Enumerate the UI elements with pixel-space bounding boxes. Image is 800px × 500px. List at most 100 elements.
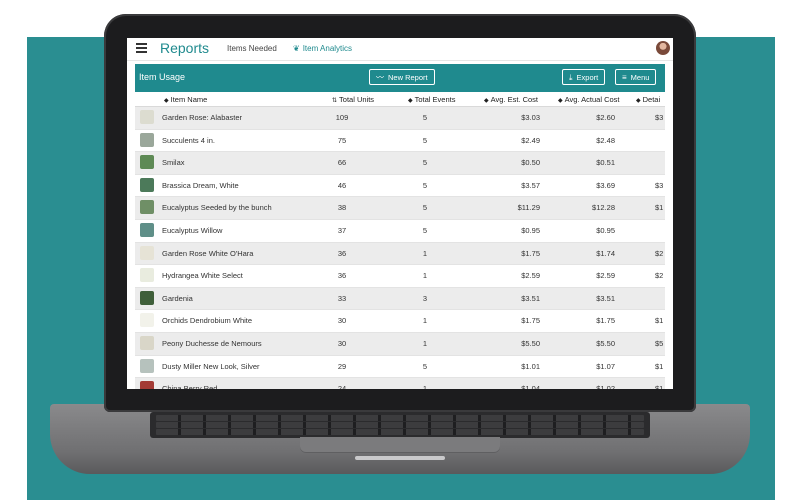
- avg-actual-cost: $2.59: [596, 271, 615, 281]
- item-thumbnail: [140, 110, 154, 124]
- table-row[interactable]: Dusty Miller New Look, Silver 29 5 $1.01 $1.…: [135, 355, 665, 379]
- details-value: $3: [655, 180, 664, 190]
- report-toolbar: Item Usage 〰 New Report ⤓ Export ≡ Menu: [135, 64, 665, 92]
- total-events: 3: [422, 293, 428, 303]
- app-header: Reports Items Needed ❦ Item Analytics: [127, 38, 673, 61]
- table-header: ◆ Item Name ⇅ Total Units ◆ Total Events ◆ A…: [135, 92, 665, 107]
- sort-icon: ◆: [484, 98, 489, 104]
- avg-actual-cost: $1.02: [596, 384, 615, 389]
- avg-est-cost: $0.50: [521, 158, 540, 168]
- item-thumbnail: [140, 381, 154, 389]
- laptop-lip: [355, 456, 445, 460]
- table-row[interactable]: Succulents 4 in. 75 5 $2.49 $2.48: [135, 129, 665, 153]
- details-value: $1: [655, 361, 664, 371]
- new-report-button[interactable]: 〰 New Report: [369, 69, 435, 85]
- details-value: $3: [655, 113, 664, 122]
- total-events: 1: [422, 316, 428, 326]
- total-units: 36: [337, 248, 347, 258]
- total-units: 33: [337, 293, 347, 303]
- item-name: Dusty Miller New Look, Silver: [162, 361, 260, 371]
- column-header-details[interactable]: ◆ Detai: [636, 95, 660, 104]
- avg-actual-cost: $2.60: [596, 113, 615, 122]
- leaf-icon: ❦: [293, 44, 300, 53]
- sort-desc-icon: ⇅: [332, 98, 338, 104]
- avg-est-cost: $3.57: [521, 180, 540, 190]
- hamburger-menu-icon[interactable]: [136, 43, 147, 53]
- item-thumbnail: [140, 245, 154, 260]
- sort-icon: ◆: [408, 98, 413, 104]
- details-value: $2: [655, 248, 664, 258]
- table-row[interactable]: Brassica Dream, White 46 5 $3.57 $3.69 $3: [135, 174, 665, 198]
- item-thumbnail: [140, 132, 154, 147]
- total-events: 1: [422, 271, 428, 281]
- item-name: Eucalyptus Seeded by the bunch: [162, 203, 272, 213]
- total-units: 30: [337, 338, 347, 348]
- avg-est-cost: $5.50: [521, 338, 540, 348]
- total-events: 5: [422, 113, 428, 122]
- export-button[interactable]: ⤓ Export: [562, 69, 606, 85]
- avg-est-cost: $1.75: [521, 316, 540, 326]
- details-value: $2: [655, 271, 664, 281]
- details-value: $1: [655, 384, 664, 389]
- app-screen: Reports Items Needed ❦ Item Analytics Ite…: [127, 38, 673, 389]
- details-value: $1: [655, 203, 664, 213]
- avg-est-cost: $1.04: [521, 384, 540, 389]
- table-row[interactable]: Orchids Dendrobium White 30 1 $1.75 $1.75 $1: [135, 310, 665, 333]
- avg-actual-cost: $5.50: [596, 338, 615, 348]
- total-events: 5: [422, 361, 428, 371]
- table-row[interactable]: Smilax 66 5 $0.50 $0.51: [135, 152, 665, 175]
- menu-button[interactable]: ≡ Menu: [615, 69, 657, 85]
- item-name: Orchids Dendrobium White: [162, 316, 253, 326]
- item-thumbnail: [140, 222, 154, 237]
- column-header-item-name[interactable]: ◆ Item Name: [164, 95, 207, 104]
- sort-icon: ◆: [558, 98, 563, 104]
- user-avatar[interactable]: [656, 41, 670, 55]
- total-units: 38: [337, 203, 347, 213]
- table-row[interactable]: Hydrangea White Select 36 1 $2.59 $2.59 $2: [135, 265, 665, 288]
- total-events: 1: [422, 248, 428, 258]
- table-row[interactable]: Garden Rose White O'Hara 36 1 $1.75 $1.74 $2: [135, 242, 665, 266]
- item-name: Brassica Dream, White: [162, 180, 239, 190]
- table-row[interactable]: Garden Rose: Alabaster 109 5 $3.03 $2.60 $3: [135, 107, 665, 130]
- total-units: 66: [337, 158, 347, 168]
- table-row[interactable]: Eucalyptus Seeded by the bunch 38 5 $11.29 $…: [135, 197, 665, 220]
- avg-est-cost: $3.03: [521, 113, 540, 122]
- item-thumbnail: [140, 290, 154, 305]
- total-units: 109: [335, 113, 349, 122]
- avg-actual-cost: $3.51: [596, 293, 615, 303]
- total-units: 46: [337, 180, 347, 190]
- column-header-avg-actual-cost[interactable]: ◆ Avg. Actual Cost: [558, 95, 620, 104]
- report-title: Item Usage: [139, 72, 186, 82]
- item-thumbnail: [140, 335, 154, 350]
- total-events: 1: [422, 338, 428, 348]
- avg-actual-cost: $1.07: [596, 361, 615, 371]
- avg-actual-cost: $3.69: [596, 180, 615, 190]
- tab-item-analytics[interactable]: ❦ Item Analytics: [293, 44, 352, 53]
- details-value: $1: [655, 316, 664, 326]
- table-body: Garden Rose: Alabaster 109 5 $3.03 $2.60 $3 Su…: [135, 107, 665, 389]
- column-header-total-events[interactable]: ◆ Total Events: [408, 95, 455, 104]
- total-events: 1: [422, 384, 428, 389]
- total-units: 24: [337, 384, 347, 389]
- details-value: $5: [655, 338, 664, 348]
- column-header-total-units[interactable]: ⇅ Total Units: [332, 95, 374, 104]
- column-header-avg-est-cost[interactable]: ◆ Avg. Est. Cost: [484, 95, 538, 104]
- sort-icon: ◆: [636, 98, 641, 104]
- avg-actual-cost: $0.51: [596, 158, 615, 168]
- item-name: China Berry Red: [162, 384, 218, 389]
- table-row[interactable]: Peony Duchesse de Nemours 30 1 $5.50 $5.50 $5: [135, 332, 665, 356]
- total-events: 5: [422, 203, 428, 213]
- table-row[interactable]: Gardenia 33 3 $3.51 $3.51: [135, 287, 665, 311]
- tab-items-needed[interactable]: Items Needed: [227, 44, 277, 53]
- total-events: 5: [422, 225, 428, 235]
- item-name: Gardenia: [162, 293, 193, 303]
- list-icon: ≡: [622, 73, 627, 82]
- table-row[interactable]: China Berry Red 24 1 $1.04 $1.02 $1: [135, 378, 665, 389]
- item-name: Succulents 4 in.: [162, 135, 215, 145]
- avg-actual-cost: $2.48: [596, 135, 615, 145]
- avg-est-cost: $1.75: [521, 248, 540, 258]
- avg-actual-cost: $12.28: [592, 203, 615, 213]
- item-name: Hydrangea White Select: [162, 271, 243, 281]
- item-name: Smilax: [162, 158, 185, 168]
- table-row[interactable]: Eucalyptus Willow 37 5 $0.95 $0.95: [135, 219, 665, 243]
